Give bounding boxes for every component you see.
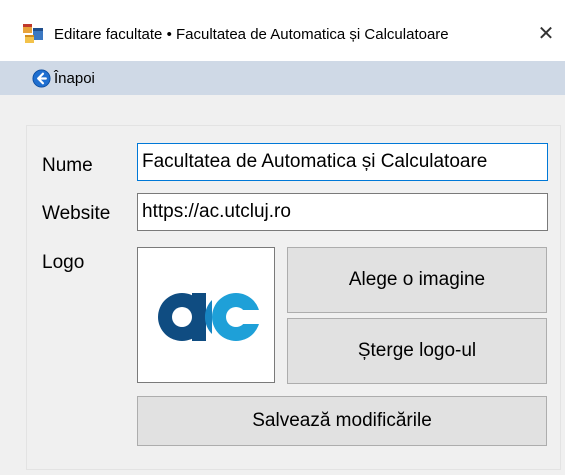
logo-preview [137,247,275,383]
save-changes-button[interactable]: Salvează modificările [137,396,547,446]
edit-faculty-window: Editare facultate • Facultatea de Automa… [0,0,565,475]
circle-arrow-left-icon [32,68,51,88]
website-label: Website [42,203,111,224]
back-menu-item[interactable]: Înapoi [32,66,95,90]
delete-logo-button[interactable]: Șterge logo-ul [287,318,547,384]
window-title: Editare facultate • Facultatea de Automa… [54,26,449,43]
back-label: Înapoi [54,69,95,87]
title-bar: Editare facultate • Facultatea de Automa… [0,0,565,61]
logo-label: Logo [42,252,85,273]
website-input[interactable] [137,193,548,231]
close-button[interactable]: ✕ [534,22,558,46]
ac-logo [158,293,262,341]
choose-image-button[interactable]: Alege o imagine [287,247,547,313]
name-input[interactable] [137,143,548,181]
close-icon: ✕ [537,23,555,45]
name-label: Nume [42,155,93,176]
app-form-icon [23,24,43,43]
menu-bar: Înapoi [0,61,565,95]
